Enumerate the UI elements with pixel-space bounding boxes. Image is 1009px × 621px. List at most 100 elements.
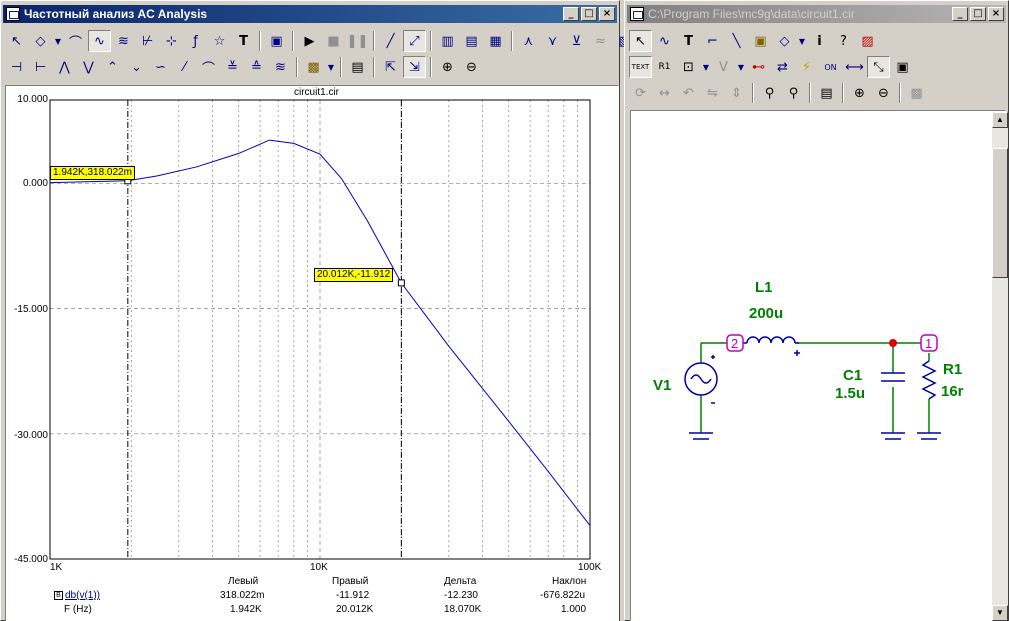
run-icon[interactable]: ▶ xyxy=(298,30,321,52)
schematic-vertical-scrollbar[interactable]: ▲ ▼ xyxy=(992,112,1008,621)
tag-left-icon[interactable]: ⇱ xyxy=(379,56,402,78)
low-icon[interactable]: ⌄ xyxy=(125,56,148,78)
zoom-in-icon[interactable]: ⊕ xyxy=(848,82,871,104)
wave-mode-icon[interactable]: ≋ xyxy=(269,56,292,78)
linear-scale-icon[interactable]: ╱ xyxy=(379,30,402,52)
scale-icon[interactable]: ⌒ xyxy=(64,30,87,52)
wire-icon[interactable]: ⌐ xyxy=(701,30,724,52)
zoom-out-icon[interactable]: ⊖ xyxy=(872,82,895,104)
zoom-out-icon[interactable]: ⊖ xyxy=(460,56,483,78)
select-tool-icon[interactable]: ↖ xyxy=(5,30,28,52)
global-high-icon[interactable]: ⁄ xyxy=(173,56,196,78)
dropdown-arrow-icon[interactable]: ▼ xyxy=(53,30,63,52)
shape-tool-icon[interactable]: ◇ xyxy=(29,30,52,52)
swap-icon[interactable]: ⇄ xyxy=(771,56,794,78)
properties-icon[interactable]: ▣ xyxy=(265,30,288,52)
component-icon[interactable]: ▨ xyxy=(856,30,879,52)
v1-name-label[interactable]: V1 xyxy=(653,377,671,394)
properties-icon[interactable]: ▣ xyxy=(891,56,914,78)
scroll-up-icon[interactable]: ▲ xyxy=(992,112,1008,128)
pin-connections-icon[interactable]: ⊷ xyxy=(747,56,770,78)
r1-name-label[interactable]: R1 xyxy=(943,361,962,378)
minimize-button[interactable]: _ xyxy=(952,7,968,21)
text-tool-icon[interactable]: T xyxy=(677,30,700,52)
scroll-down-icon[interactable]: ▼ xyxy=(992,605,1008,621)
l1-name-label[interactable]: L1 xyxy=(755,279,773,296)
text-toggle-icon[interactable]: TEXT xyxy=(629,56,652,78)
pause-icon[interactable]: ❚❚ xyxy=(346,30,369,52)
cursor-right-icon[interactable]: ⊢ xyxy=(29,56,52,78)
mirror-icon[interactable]: ⇋ xyxy=(701,82,724,104)
info-icon[interactable]: i xyxy=(808,30,831,52)
diagonal-wire-icon[interactable]: ╲ xyxy=(725,30,748,52)
next-peak-icon[interactable]: ⋀ xyxy=(53,56,76,78)
inflection-icon[interactable]: ∽ xyxy=(149,56,172,78)
r1-value-label[interactable]: 16r xyxy=(941,383,964,400)
ripple-icon[interactable]: ≈ xyxy=(589,30,612,52)
dropdown-arrow-icon[interactable]: ▼ xyxy=(701,56,711,78)
help-icon[interactable]: ? xyxy=(832,30,855,52)
undo-icon[interactable]: ↶ xyxy=(677,82,700,104)
next-valley-icon[interactable]: ⋁ xyxy=(77,56,100,78)
on-off-icon[interactable]: ON xyxy=(819,56,842,78)
voltages-icon[interactable]: V xyxy=(712,56,735,78)
scroll-thumb[interactable] xyxy=(992,148,1008,278)
probe-icon[interactable]: ⤡ xyxy=(867,56,890,78)
valley-icon[interactable]: ⋎ xyxy=(541,30,564,52)
stop-icon[interactable]: ■ xyxy=(322,30,345,52)
step-icon[interactable]: ↔ xyxy=(653,82,676,104)
global-low-icon[interactable]: ⌒ xyxy=(197,56,220,78)
find-all-icon[interactable]: ⚲ xyxy=(782,82,805,104)
select-tool-icon[interactable]: ↖ xyxy=(629,30,652,52)
expression-row-label[interactable]: B db(v(1)) xyxy=(54,590,100,601)
slope-icon[interactable]: ⊻ xyxy=(565,30,588,52)
table-icon[interactable]: ▤ xyxy=(346,56,369,78)
dropdown-arrow-icon[interactable]: ▼ xyxy=(736,56,746,78)
close-button[interactable]: × xyxy=(599,7,615,21)
schematic-svg[interactable]: 2 1 xyxy=(631,111,987,620)
schematic-titlebar[interactable]: C:\Program Files\mc9g\data\circuit1.cir … xyxy=(627,5,1006,23)
peak-icon[interactable]: ⋏ xyxy=(517,30,540,52)
tag-right-icon[interactable]: ⇲ xyxy=(403,56,426,78)
waveform-icon[interactable]: ∿ xyxy=(88,30,111,52)
flag-icon[interactable]: ▣ xyxy=(749,30,772,52)
formula-icon[interactable]: ƒ xyxy=(184,30,207,52)
performance-icon[interactable]: ☆ xyxy=(208,30,231,52)
close-button[interactable]: × xyxy=(988,7,1004,21)
auto-scale-icon[interactable]: ⤢ xyxy=(403,30,426,52)
maximize-button[interactable]: □ xyxy=(970,7,986,21)
wave-data-icon[interactable]: ≋ xyxy=(112,30,135,52)
page-icon[interactable]: ▤ xyxy=(815,82,838,104)
minimize-button[interactable]: _ xyxy=(563,7,579,21)
cursor-left-icon[interactable]: ⊣ xyxy=(5,56,28,78)
cursor-tool-icon[interactable]: ⊹ xyxy=(160,30,183,52)
plot-area[interactable]: circuit1.cir 10.000 0.000 -15.000 -30.00… xyxy=(5,85,619,621)
pin-icon[interactable]: ⟷ xyxy=(843,56,866,78)
waveform-toggle-icon[interactable]: B xyxy=(54,591,63,600)
wire-tool-icon[interactable]: ∿ xyxy=(653,30,676,52)
l1-value-label[interactable]: 200u xyxy=(749,305,783,322)
minor-grid-icon[interactable]: ▤ xyxy=(460,30,483,52)
find-icon[interactable]: ⚲ xyxy=(758,82,781,104)
node-numbers-icon[interactable]: ⊡ xyxy=(677,56,700,78)
high-icon[interactable]: ⌃ xyxy=(101,56,124,78)
grid-icon[interactable]: ▥ xyxy=(436,30,459,52)
text-tool-icon[interactable]: T xyxy=(232,30,255,52)
ac-analysis-titlebar[interactable]: Частотный анализ AC Analysis _ □ × xyxy=(3,5,617,23)
maximize-button[interactable]: □ xyxy=(581,7,597,21)
c1-value-label[interactable]: 1.5u xyxy=(835,385,865,402)
pan-icon[interactable]: ▩ xyxy=(905,82,928,104)
shape-tool-icon[interactable]: ◇ xyxy=(773,30,796,52)
attribute-text-icon[interactable]: R1 xyxy=(653,56,676,78)
top-icon[interactable]: ≚ xyxy=(221,56,244,78)
tag-icon[interactable]: ▩ xyxy=(302,56,325,78)
rotate-icon[interactable]: ⟳ xyxy=(629,82,652,104)
schematic-canvas[interactable]: 2 1 L1 200u V1 C1 1.5u R1 16r xyxy=(630,110,1006,621)
power-icon[interactable]: ⚡ xyxy=(795,56,818,78)
graph-tool-icon[interactable]: ⊬ xyxy=(136,30,159,52)
cursor-left-tag[interactable]: 1.942K,318.022m xyxy=(50,166,135,180)
dropdown-arrow-icon[interactable]: ▼ xyxy=(326,56,336,78)
cursor-right-tag[interactable]: 20.012K,-11.912 xyxy=(314,268,394,282)
bottom-icon[interactable]: ≙ xyxy=(245,56,268,78)
data-grid-icon[interactable]: ▦ xyxy=(484,30,507,52)
